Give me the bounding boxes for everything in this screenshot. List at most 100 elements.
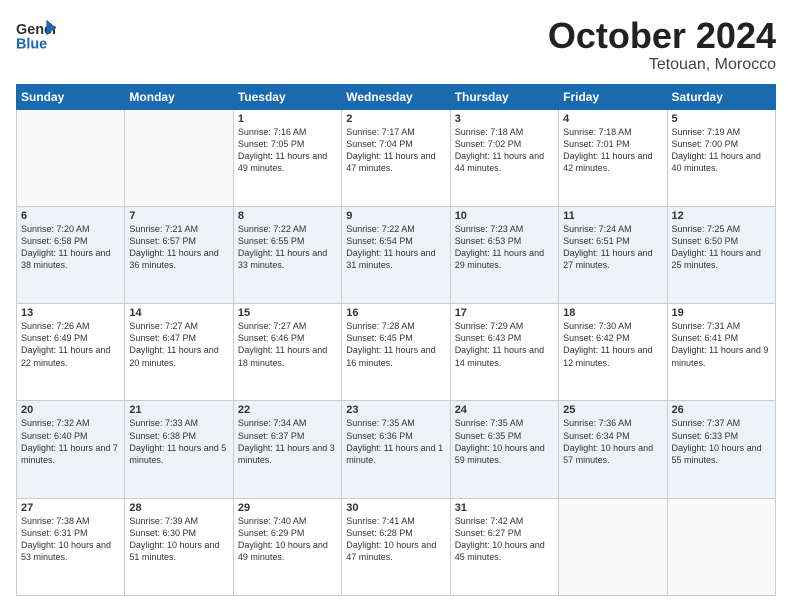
calendar-cell: 3Sunrise: 7:18 AMSunset: 7:02 PMDaylight… [450,109,558,206]
weekday-header-friday: Friday [559,84,667,109]
day-number: 5 [672,113,771,125]
calendar-cell: 9Sunrise: 7:22 AMSunset: 6:54 PMDaylight… [342,206,450,303]
day-number: 30 [346,502,445,514]
day-info: Sunrise: 7:27 AMSunset: 6:47 PMDaylight:… [129,320,228,369]
day-number: 16 [346,307,445,319]
day-info: Sunrise: 7:32 AMSunset: 6:40 PMDaylight:… [21,417,120,466]
day-info: Sunrise: 7:38 AMSunset: 6:31 PMDaylight:… [21,515,120,564]
day-number: 2 [346,113,445,125]
day-number: 6 [21,210,120,222]
calendar-cell: 29Sunrise: 7:40 AMSunset: 6:29 PMDayligh… [233,498,341,595]
day-number: 25 [563,404,662,416]
day-info: Sunrise: 7:24 AMSunset: 6:51 PMDaylight:… [563,223,662,272]
weekday-header-monday: Monday [125,84,233,109]
calendar-cell: 4Sunrise: 7:18 AMSunset: 7:01 PMDaylight… [559,109,667,206]
day-number: 1 [238,113,337,125]
day-number: 27 [21,502,120,514]
calendar-cell: 19Sunrise: 7:31 AMSunset: 6:41 PMDayligh… [667,304,775,401]
weekday-header-thursday: Thursday [450,84,558,109]
calendar-cell [17,109,125,206]
calendar-table: SundayMondayTuesdayWednesdayThursdayFrid… [16,84,776,596]
title-block: October 2024 Tetouan, Morocco [548,16,776,74]
calendar-cell: 14Sunrise: 7:27 AMSunset: 6:47 PMDayligh… [125,304,233,401]
day-info: Sunrise: 7:35 AMSunset: 6:36 PMDaylight:… [346,417,445,466]
weekday-header-saturday: Saturday [667,84,775,109]
day-number: 23 [346,404,445,416]
day-info: Sunrise: 7:33 AMSunset: 6:38 PMDaylight:… [129,417,228,466]
day-number: 28 [129,502,228,514]
calendar-week-row-1: 1Sunrise: 7:16 AMSunset: 7:05 PMDaylight… [17,109,776,206]
calendar-cell: 16Sunrise: 7:28 AMSunset: 6:45 PMDayligh… [342,304,450,401]
day-number: 14 [129,307,228,319]
page: General Blue October 2024 Tetouan, Moroc… [0,0,792,612]
day-number: 7 [129,210,228,222]
calendar-cell: 25Sunrise: 7:36 AMSunset: 6:34 PMDayligh… [559,401,667,498]
calendar-cell: 27Sunrise: 7:38 AMSunset: 6:31 PMDayligh… [17,498,125,595]
day-number: 24 [455,404,554,416]
day-number: 13 [21,307,120,319]
day-info: Sunrise: 7:41 AMSunset: 6:28 PMDaylight:… [346,515,445,564]
day-info: Sunrise: 7:19 AMSunset: 7:00 PMDaylight:… [672,126,771,175]
day-number: 21 [129,404,228,416]
day-info: Sunrise: 7:18 AMSunset: 7:02 PMDaylight:… [455,126,554,175]
calendar-cell: 21Sunrise: 7:33 AMSunset: 6:38 PMDayligh… [125,401,233,498]
calendar-cell: 26Sunrise: 7:37 AMSunset: 6:33 PMDayligh… [667,401,775,498]
calendar-cell: 7Sunrise: 7:21 AMSunset: 6:57 PMDaylight… [125,206,233,303]
day-info: Sunrise: 7:40 AMSunset: 6:29 PMDaylight:… [238,515,337,564]
day-info: Sunrise: 7:23 AMSunset: 6:53 PMDaylight:… [455,223,554,272]
day-number: 15 [238,307,337,319]
calendar-cell: 2Sunrise: 7:17 AMSunset: 7:04 PMDaylight… [342,109,450,206]
calendar-cell: 5Sunrise: 7:19 AMSunset: 7:00 PMDaylight… [667,109,775,206]
calendar-cell [559,498,667,595]
day-number: 4 [563,113,662,125]
day-number: 8 [238,210,337,222]
logo: General Blue [16,16,56,56]
calendar-cell: 24Sunrise: 7:35 AMSunset: 6:35 PMDayligh… [450,401,558,498]
day-info: Sunrise: 7:42 AMSunset: 6:27 PMDaylight:… [455,515,554,564]
calendar-cell: 8Sunrise: 7:22 AMSunset: 6:55 PMDaylight… [233,206,341,303]
day-info: Sunrise: 7:30 AMSunset: 6:42 PMDaylight:… [563,320,662,369]
calendar-cell: 20Sunrise: 7:32 AMSunset: 6:40 PMDayligh… [17,401,125,498]
svg-text:Blue: Blue [16,36,47,52]
day-info: Sunrise: 7:22 AMSunset: 6:54 PMDaylight:… [346,223,445,272]
calendar-cell: 13Sunrise: 7:26 AMSunset: 6:49 PMDayligh… [17,304,125,401]
day-number: 19 [672,307,771,319]
day-info: Sunrise: 7:17 AMSunset: 7:04 PMDaylight:… [346,126,445,175]
calendar-week-row-4: 20Sunrise: 7:32 AMSunset: 6:40 PMDayligh… [17,401,776,498]
day-number: 11 [563,210,662,222]
calendar-cell: 15Sunrise: 7:27 AMSunset: 6:46 PMDayligh… [233,304,341,401]
calendar-cell: 10Sunrise: 7:23 AMSunset: 6:53 PMDayligh… [450,206,558,303]
day-number: 3 [455,113,554,125]
day-info: Sunrise: 7:21 AMSunset: 6:57 PMDaylight:… [129,223,228,272]
location-subtitle: Tetouan, Morocco [548,56,776,74]
calendar-cell [667,498,775,595]
day-number: 29 [238,502,337,514]
weekday-header-tuesday: Tuesday [233,84,341,109]
day-number: 17 [455,307,554,319]
month-title: October 2024 [548,16,776,56]
day-number: 31 [455,502,554,514]
calendar-cell: 11Sunrise: 7:24 AMSunset: 6:51 PMDayligh… [559,206,667,303]
calendar-week-row-2: 6Sunrise: 7:20 AMSunset: 6:58 PMDaylight… [17,206,776,303]
calendar-cell: 23Sunrise: 7:35 AMSunset: 6:36 PMDayligh… [342,401,450,498]
day-info: Sunrise: 7:22 AMSunset: 6:55 PMDaylight:… [238,223,337,272]
day-info: Sunrise: 7:25 AMSunset: 6:50 PMDaylight:… [672,223,771,272]
day-info: Sunrise: 7:34 AMSunset: 6:37 PMDaylight:… [238,417,337,466]
day-info: Sunrise: 7:31 AMSunset: 6:41 PMDaylight:… [672,320,771,369]
calendar-cell: 30Sunrise: 7:41 AMSunset: 6:28 PMDayligh… [342,498,450,595]
day-number: 12 [672,210,771,222]
calendar-week-row-3: 13Sunrise: 7:26 AMSunset: 6:49 PMDayligh… [17,304,776,401]
weekday-header-row: SundayMondayTuesdayWednesdayThursdayFrid… [17,84,776,109]
calendar-cell: 1Sunrise: 7:16 AMSunset: 7:05 PMDaylight… [233,109,341,206]
calendar-cell: 28Sunrise: 7:39 AMSunset: 6:30 PMDayligh… [125,498,233,595]
day-info: Sunrise: 7:26 AMSunset: 6:49 PMDaylight:… [21,320,120,369]
day-info: Sunrise: 7:16 AMSunset: 7:05 PMDaylight:… [238,126,337,175]
header: General Blue October 2024 Tetouan, Moroc… [16,16,776,74]
day-number: 10 [455,210,554,222]
day-info: Sunrise: 7:37 AMSunset: 6:33 PMDaylight:… [672,417,771,466]
calendar-cell: 12Sunrise: 7:25 AMSunset: 6:50 PMDayligh… [667,206,775,303]
day-number: 9 [346,210,445,222]
day-info: Sunrise: 7:20 AMSunset: 6:58 PMDaylight:… [21,223,120,272]
day-number: 20 [21,404,120,416]
calendar-cell [125,109,233,206]
